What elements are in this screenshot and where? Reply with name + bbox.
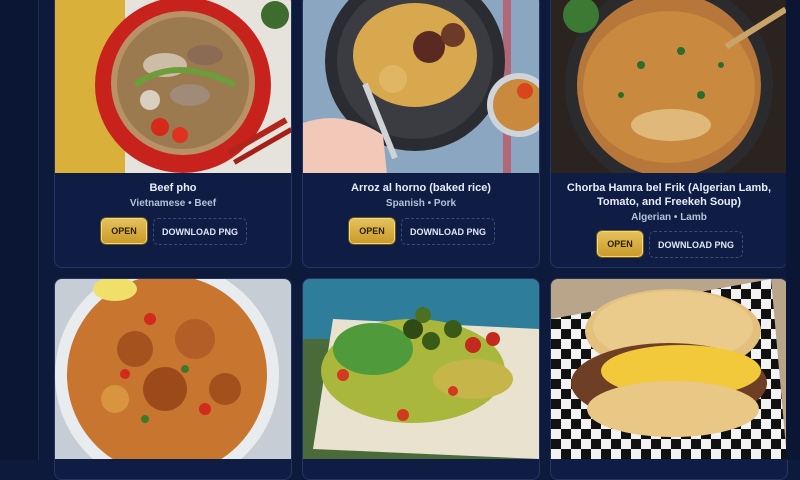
recipe-card: Beef pho Vietnamese • Beef OPEN DOWNLOAD… — [54, 0, 292, 268]
recipe-image-chicken-rice[interactable] — [55, 279, 291, 459]
recipe-title-line2: Tomato, and Freekeh Soup) — [596, 196, 742, 208]
recipe-card: Arroz al horno (baked rice) Spanish • Po… — [302, 0, 540, 268]
recipe-image-chorba-hamra[interactable] — [551, 0, 787, 173]
recipe-image-nachos[interactable] — [303, 279, 539, 459]
recipe-card — [550, 278, 788, 480]
recipe-image-arroz-al-horno[interactable] — [303, 0, 539, 173]
recipe-title-line1: Chorba Hamra bel Frik (Algerian Lamb, — [566, 182, 772, 194]
recipe-card — [302, 278, 540, 480]
recipe-image-beef-pho[interactable] — [55, 0, 291, 173]
recipe-title: Arroz al horno (baked rice) — [351, 182, 491, 194]
recipe-card: Chorba Hamra bel Frik (Algerian Lamb, To… — [550, 0, 788, 268]
recipe-title: Chorba Hamra bel Frik (Algerian Lamb, To… — [559, 181, 779, 209]
download-png-button[interactable]: DOWNLOAD PNG — [649, 231, 743, 258]
recipe-title: Beef pho — [149, 182, 197, 194]
sidebar-edge — [0, 0, 39, 460]
open-button[interactable]: OPEN — [101, 218, 147, 244]
recipe-card — [54, 278, 292, 480]
download-png-button[interactable]: DOWNLOAD PNG — [401, 218, 495, 245]
recipe-meta: Vietnamese • Beef — [129, 198, 217, 209]
open-button[interactable]: OPEN — [597, 231, 643, 257]
recipe-meta: Algerian • Lamb — [631, 212, 707, 223]
download-png-button[interactable]: DOWNLOAD PNG — [153, 218, 247, 245]
scrollbar[interactable] — [786, 0, 800, 460]
recipe-meta: Spanish • Pork — [385, 198, 457, 209]
open-button[interactable]: OPEN — [349, 218, 395, 244]
recipe-image-arepa[interactable] — [551, 279, 787, 459]
